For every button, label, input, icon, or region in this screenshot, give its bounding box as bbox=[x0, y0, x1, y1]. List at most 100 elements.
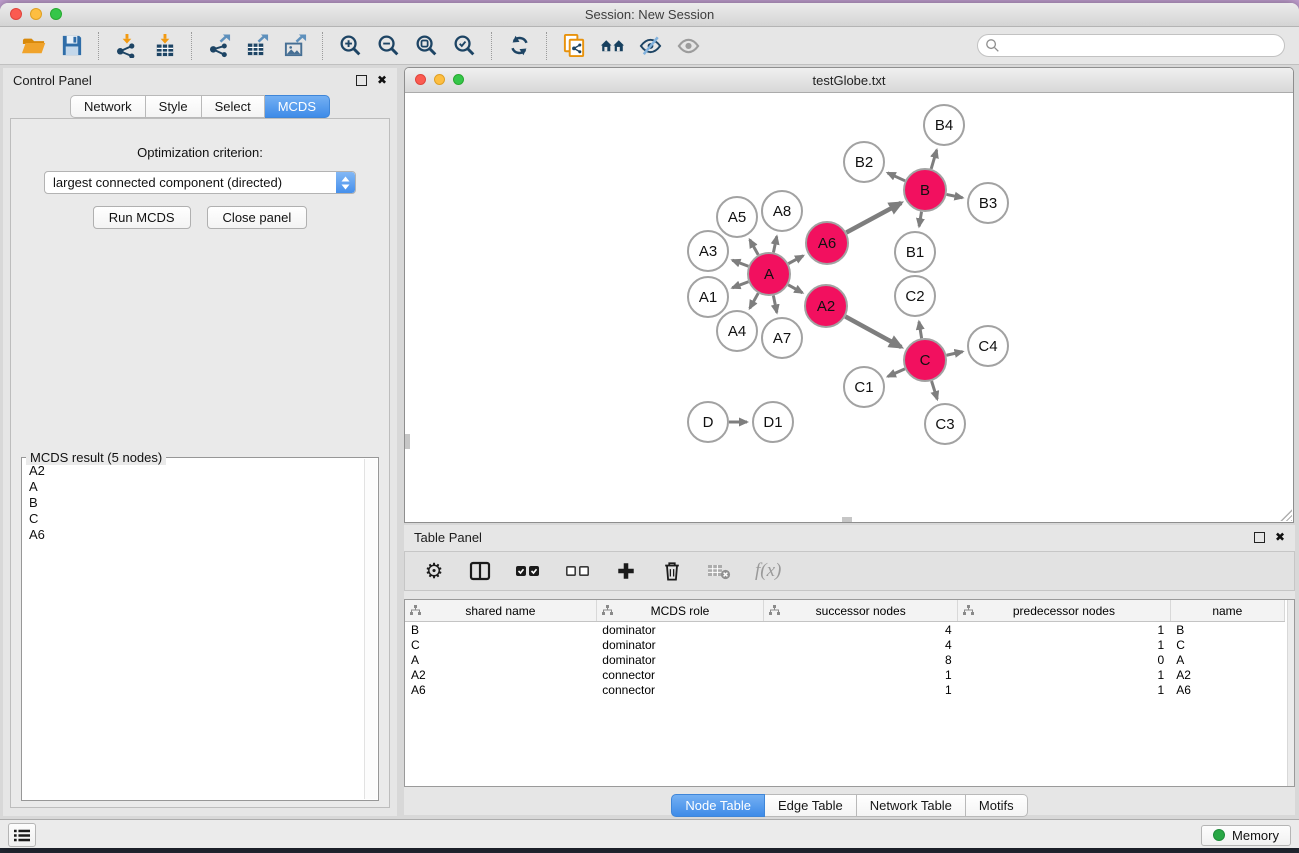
tab-edge-table[interactable]: Edge Table bbox=[765, 794, 857, 817]
graph-edge-B-B4[interactable] bbox=[931, 150, 937, 169]
table-row[interactable]: Cdominator41C bbox=[405, 637, 1285, 652]
graph-node-label-C2: C2 bbox=[905, 288, 924, 305]
search-input[interactable] bbox=[1004, 38, 1277, 54]
horizontal-scroll-thumb[interactable] bbox=[842, 517, 852, 522]
zoom-selected-icon[interactable] bbox=[449, 31, 479, 61]
zoom-network-button[interactable] bbox=[453, 74, 464, 85]
network-window-controls bbox=[415, 74, 464, 85]
table-row[interactable]: Bdominator41B bbox=[405, 622, 1285, 638]
table-scrollbar[interactable] bbox=[1287, 600, 1294, 786]
criterion-select[interactable]: largest connected component (directed) bbox=[44, 171, 356, 194]
graph-node-label-A4: A4 bbox=[728, 323, 746, 340]
mcds-result-item[interactable]: A bbox=[29, 479, 359, 495]
close-window-button[interactable] bbox=[10, 8, 22, 20]
zoom-window-button[interactable] bbox=[50, 8, 62, 20]
graph-edge-A6-B[interactable] bbox=[846, 203, 901, 233]
mcds-result-list[interactable]: A2ABCA6 bbox=[23, 459, 365, 799]
close-network-button[interactable] bbox=[415, 74, 426, 85]
mcds-result-item[interactable]: B bbox=[29, 495, 359, 511]
tab-node-table[interactable]: Node Table bbox=[671, 794, 765, 817]
graph-edge-A-A2[interactable] bbox=[788, 285, 802, 293]
control-panel-tabs: NetworkStyleSelectMCDS bbox=[3, 95, 397, 118]
graph-edge-B-B1[interactable] bbox=[919, 212, 921, 227]
column-header-successor-nodes[interactable]: successor nodes bbox=[764, 600, 958, 622]
toolbar-separator bbox=[546, 32, 547, 60]
save-session-icon[interactable] bbox=[56, 31, 86, 61]
graph-edge-A-A5[interactable] bbox=[750, 240, 759, 255]
network-canvas[interactable]: B4B2BB3A8A5A6A3B1AA1C2A2A4A7C4CC1C3DD1 bbox=[405, 93, 1293, 522]
table-row[interactable]: A2connector11A2 bbox=[405, 667, 1285, 682]
delete-column-trash-icon[interactable] bbox=[661, 559, 683, 583]
deselect-all-icon[interactable] bbox=[565, 559, 591, 583]
column-header-name[interactable]: name bbox=[1170, 600, 1284, 622]
minimize-network-button[interactable] bbox=[434, 74, 445, 85]
mcds-result-item[interactable]: C bbox=[29, 511, 359, 527]
open-session-icon[interactable] bbox=[18, 31, 48, 61]
graph-edge-A-A4[interactable] bbox=[750, 293, 759, 308]
refresh-view-icon[interactable] bbox=[504, 31, 534, 61]
select-all-icon[interactable] bbox=[515, 559, 541, 583]
graph-edge-B-B2[interactable] bbox=[888, 173, 905, 181]
main-toolbar bbox=[0, 27, 1299, 65]
select-stepper-icon bbox=[336, 172, 355, 193]
column-header-predecessor-nodes[interactable]: predecessor nodes bbox=[958, 600, 1171, 622]
table-header-row[interactable]: shared nameMCDS rolesuccessor nodesprede… bbox=[405, 600, 1285, 622]
graph-edge-C-C1[interactable] bbox=[888, 369, 905, 377]
table-body: Bdominator41BCdominator41CAdominator80AA… bbox=[405, 622, 1285, 698]
tab-mcds[interactable]: MCDS bbox=[265, 95, 330, 118]
resize-grip[interactable] bbox=[1279, 508, 1292, 521]
export-network-icon[interactable] bbox=[204, 31, 234, 61]
tab-select[interactable]: Select bbox=[202, 95, 265, 118]
first-neighbors-icon[interactable] bbox=[597, 31, 627, 61]
graph-edge-A-A1[interactable] bbox=[732, 282, 748, 288]
tab-style[interactable]: Style bbox=[146, 95, 202, 118]
task-history-button[interactable] bbox=[8, 823, 36, 847]
show-hidden-icon bbox=[673, 31, 703, 61]
create-column-plus-icon[interactable] bbox=[615, 559, 637, 583]
import-table-icon[interactable] bbox=[149, 31, 179, 61]
mcds-result-item[interactable]: A2 bbox=[29, 463, 359, 479]
graph-edge-B-B3[interactable] bbox=[947, 194, 963, 197]
search-field[interactable] bbox=[977, 34, 1285, 57]
memory-button[interactable]: Memory bbox=[1201, 825, 1291, 846]
toolbar-separator bbox=[98, 32, 99, 60]
float-panel-icon[interactable] bbox=[356, 75, 367, 86]
tab-network-table[interactable]: Network Table bbox=[857, 794, 966, 817]
zoom-fit-icon[interactable] bbox=[411, 31, 441, 61]
column-header-shared-name[interactable]: shared name bbox=[405, 600, 596, 622]
export-image-icon[interactable] bbox=[280, 31, 310, 61]
graph-edge-A2-C[interactable] bbox=[845, 317, 901, 348]
run-mcds-button[interactable]: Run MCDS bbox=[93, 206, 191, 229]
vertical-scroll-thumb[interactable] bbox=[405, 434, 410, 449]
table-settings-gear-icon[interactable]: ⚙ bbox=[423, 559, 445, 583]
mcds-result-item[interactable]: A6 bbox=[29, 527, 359, 543]
graph-edge-C-C4[interactable] bbox=[946, 352, 962, 356]
export-table-icon[interactable] bbox=[242, 31, 272, 61]
float-table-panel-icon[interactable] bbox=[1254, 532, 1265, 543]
table-tabs: Node TableEdge TableNetwork TableMotifs bbox=[404, 794, 1295, 817]
table-row[interactable]: Adominator80A bbox=[405, 652, 1285, 667]
graph-edge-A-A3[interactable] bbox=[732, 260, 748, 266]
close-panel-button[interactable]: Close panel bbox=[207, 206, 308, 229]
table-panel-title: Table Panel bbox=[414, 530, 482, 545]
minimize-window-button[interactable] bbox=[30, 8, 42, 20]
graph-edge-A-A8[interactable] bbox=[773, 236, 776, 252]
graph-edge-C-C2[interactable] bbox=[919, 322, 922, 339]
tab-motifs[interactable]: Motifs bbox=[966, 794, 1028, 817]
copy-network-from-selection-icon[interactable] bbox=[559, 31, 589, 61]
zoom-out-icon[interactable] bbox=[373, 31, 403, 61]
graph-edge-A-A7[interactable] bbox=[773, 296, 776, 313]
close-table-panel-icon[interactable]: ✖ bbox=[1275, 531, 1285, 543]
hide-selected-icon[interactable] bbox=[635, 31, 665, 61]
table-row[interactable]: A6connector11A6 bbox=[405, 682, 1285, 697]
result-scrollbar[interactable] bbox=[364, 459, 377, 799]
show-columns-icon[interactable] bbox=[469, 559, 491, 583]
column-header-MCDS-role[interactable]: MCDS role bbox=[596, 600, 763, 622]
close-panel-icon[interactable]: ✖ bbox=[377, 74, 387, 86]
zoom-in-icon[interactable] bbox=[335, 31, 365, 61]
graph-edge-A-A6[interactable] bbox=[788, 256, 803, 264]
graph-node-label-C1: C1 bbox=[854, 379, 873, 396]
import-network-icon[interactable] bbox=[111, 31, 141, 61]
tab-network[interactable]: Network bbox=[70, 95, 146, 118]
graph-edge-C-C3[interactable] bbox=[932, 381, 938, 399]
